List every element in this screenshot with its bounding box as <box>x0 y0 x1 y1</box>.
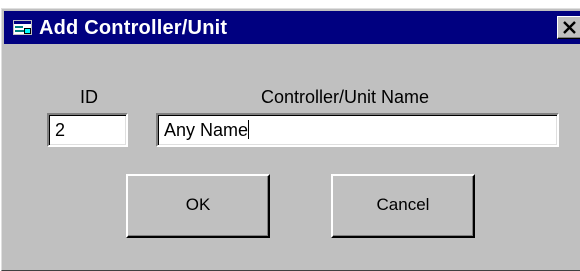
close-icon <box>563 21 576 34</box>
ok-button-label: OK <box>185 195 211 214</box>
id-field[interactable]: 2 <box>47 113 128 147</box>
controller-unit-name-field[interactable]: Any Name <box>156 113 559 147</box>
cancel-button-label: Cancel <box>376 195 430 214</box>
controller-unit-name-value: Any Name <box>164 120 249 140</box>
title-bar[interactable]: Add Controller/Unit <box>4 11 580 44</box>
ok-button[interactable]: OK <box>126 174 270 238</box>
text-caret <box>248 120 250 139</box>
window-title: Add Controller/Unit <box>39 17 228 39</box>
id-label: ID <box>80 87 98 107</box>
close-button[interactable] <box>557 16 580 39</box>
id-field-value: 2 <box>55 120 66 140</box>
controller-unit-name-label: Controller/Unit Name <box>261 87 430 107</box>
app-window-icon <box>13 20 32 35</box>
cancel-button[interactable]: Cancel <box>331 174 475 238</box>
add-controller-unit-dialog: Add Controller/Unit ID Controller/Unit N… <box>1 8 580 271</box>
